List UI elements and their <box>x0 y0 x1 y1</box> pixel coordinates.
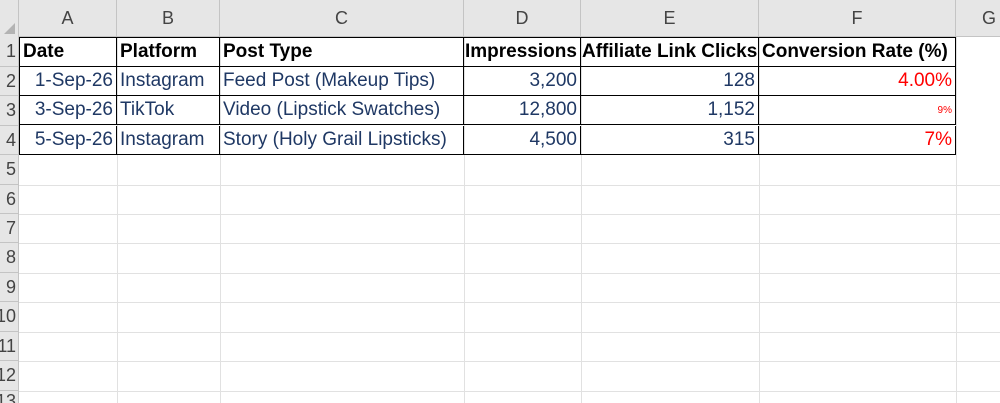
cell-conversion[interactable]: 7% <box>759 126 956 155</box>
row-header-7[interactable]: 7 <box>0 214 19 243</box>
cell-clicks[interactable]: 128 <box>581 67 759 96</box>
row-header-6[interactable]: 6 <box>0 185 19 214</box>
row-header-9[interactable]: 9 <box>0 273 19 302</box>
header-cell-platform[interactable]: Platform <box>117 38 220 67</box>
cell-post-type[interactable]: Video (Lipstick Swatches) <box>220 96 464 125</box>
cell-conversion[interactable]: 9% <box>759 96 956 125</box>
row-header-5[interactable]: 5 <box>0 155 19 185</box>
cell-post-type[interactable]: Story (Holy Grail Lipsticks) <box>220 126 464 155</box>
header-cell-impressions[interactable]: Impressions <box>464 38 581 67</box>
column-header-a[interactable]: A <box>19 0 117 37</box>
select-all-triangle-icon <box>4 23 15 34</box>
cell-impressions[interactable]: 12,800 <box>464 96 581 125</box>
row-header-8[interactable]: 8 <box>0 243 19 273</box>
select-all-button[interactable] <box>0 0 19 37</box>
cell-platform[interactable]: Instagram <box>117 126 220 155</box>
cell-platform[interactable]: TikTok <box>117 96 220 125</box>
cell-conversion[interactable]: 4.00% <box>759 67 956 96</box>
row-header-11[interactable]: 11 <box>0 332 19 361</box>
row-header-13[interactable]: 13 <box>0 391 19 403</box>
cell-post-type[interactable]: Feed Post (Makeup Tips) <box>220 67 464 96</box>
cell-clicks[interactable]: 315 <box>581 126 759 155</box>
cell-date[interactable]: 1-Sep-26 <box>20 67 117 96</box>
header-cell-clicks[interactable]: Affiliate Link Clicks <box>581 38 759 67</box>
column-header-b[interactable]: B <box>117 0 220 37</box>
column-header-f[interactable]: F <box>759 0 956 37</box>
cell-clicks[interactable]: 1,152 <box>581 96 759 125</box>
cell-impressions[interactable]: 3,200 <box>464 67 581 96</box>
row-header-3[interactable]: 3 <box>0 96 19 126</box>
row-header-2[interactable]: 2 <box>0 67 19 96</box>
row-header-12[interactable]: 12 <box>0 361 19 391</box>
cell-date[interactable]: 3-Sep-26 <box>20 96 117 125</box>
column-header-g[interactable]: G <box>956 0 1000 37</box>
column-header-c[interactable]: C <box>220 0 464 37</box>
header-cell-post-type[interactable]: Post Type <box>220 38 464 67</box>
header-cell-conversion[interactable]: Conversion Rate (%) <box>759 38 956 67</box>
column-header-e[interactable]: E <box>581 0 759 37</box>
row-header-1[interactable]: 1 <box>0 37 19 67</box>
cell-date[interactable]: 5-Sep-26 <box>20 126 117 155</box>
header-cell-date[interactable]: Date <box>20 38 117 67</box>
cell-platform[interactable]: Instagram <box>117 67 220 96</box>
row-header-4[interactable]: 4 <box>0 126 19 155</box>
row-header-10[interactable]: 10 <box>0 302 19 332</box>
spreadsheet: A B C D E F G 1 2 3 4 5 6 7 8 9 10 11 12… <box>0 0 1000 403</box>
column-header-d[interactable]: D <box>464 0 581 37</box>
cell-impressions[interactable]: 4,500 <box>464 126 581 155</box>
